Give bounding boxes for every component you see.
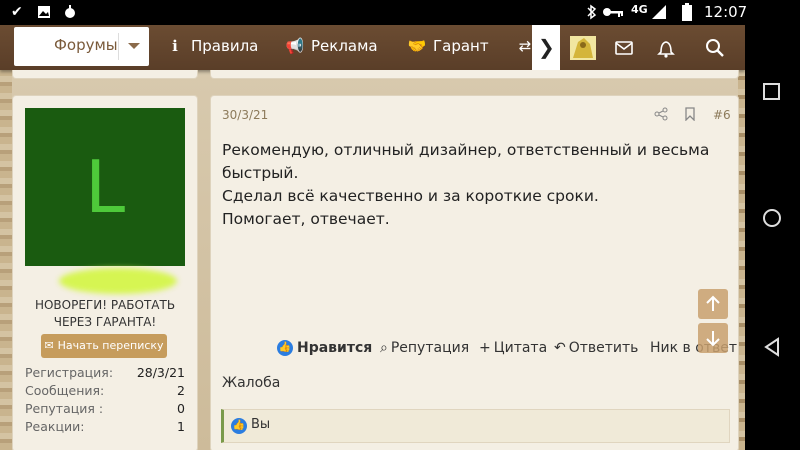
- nav-advertising[interactable]: 📢 Реклама: [285, 35, 378, 57]
- check-icon: ✔: [11, 4, 23, 20]
- thumbs-up-icon: 👍: [277, 340, 293, 356]
- search-icon[interactable]: [704, 37, 726, 59]
- plus-icon: +: [479, 340, 491, 356]
- reply-button[interactable]: ↶ Ответить: [554, 337, 638, 359]
- key-icon: [603, 8, 623, 17]
- scroll-bottom-button[interactable]: [698, 323, 728, 353]
- stat-row: Сообщения: 2: [25, 383, 185, 398]
- user-stats: Регистрация: 28/3/21 Сообщения: 2 Репутаци…: [25, 364, 185, 436]
- arrow-down-icon: [706, 331, 720, 347]
- share-icon[interactable]: [654, 107, 668, 121]
- nav-rules[interactable]: ℹ Правила: [165, 35, 258, 57]
- stat-row: Регистрация: 28/3/21: [25, 365, 185, 380]
- battery-icon: [682, 3, 692, 21]
- post-body: Рекомендую, отличный дизайнер, ответстве…: [222, 141, 710, 228]
- username-redacted: [59, 268, 177, 294]
- back-button[interactable]: [762, 337, 782, 357]
- nav-scroll-right[interactable]: ❯: [532, 25, 560, 70]
- reactions-bar[interactable]: 👍 Вы: [221, 409, 730, 443]
- recents-button[interactable]: [762, 82, 782, 102]
- stat-row: Репутация :0: [25, 401, 185, 416]
- post-number[interactable]: #6: [713, 108, 731, 122]
- thumbs-up-icon: 👍: [231, 418, 247, 434]
- user-avatar-large[interactable]: L: [25, 108, 185, 266]
- bell-icon[interactable]: [655, 37, 677, 59]
- clock: 12:07: [704, 3, 748, 21]
- info-icon: ℹ: [172, 37, 178, 55]
- forums-tab-label: Форумы: [54, 36, 118, 54]
- post-actions: 👍 Нравится ⌕ Репутация + Цитата ↶ Ответить Н…: [277, 337, 737, 359]
- network-type: 4G: [631, 3, 648, 16]
- nav-guarantor[interactable]: 🤝 Гарант: [407, 35, 489, 57]
- report-link[interactable]: Жалоба: [222, 375, 280, 391]
- bookmark-icon[interactable]: [683, 107, 697, 121]
- stat-row: Реакции: 1: [25, 419, 185, 434]
- mail-icon[interactable]: [613, 37, 635, 59]
- scroll-top-button[interactable]: [698, 289, 728, 319]
- previous-post-fragment: [12, 70, 739, 80]
- user-title: НОВОРЕГИ! РАБОТАТЬ ЧЕРЕЗ ГАРАНТА!: [34, 298, 176, 329]
- post-card: 30/3/21 #6 Рекомендую, отличный дизайнер…: [210, 95, 739, 450]
- web-viewport: Форумы ℹПравила 📢Реклама 🤝Гарант ⇄ ❯: [0, 25, 745, 450]
- background-texture: [0, 70, 12, 450]
- system-nav-bar: [745, 25, 800, 450]
- quote-button[interactable]: + Цитата: [479, 337, 547, 359]
- reactions-text: Вы: [251, 417, 271, 432]
- arrow-up-icon: [706, 295, 720, 311]
- reputation-button[interactable]: ⌕ Репутация: [380, 337, 469, 359]
- handshake-icon: 🤝: [407, 37, 427, 55]
- image-icon: [38, 6, 50, 18]
- user-card: L НОВОРЕГИ! РАБОТАТЬ ЧЕРЕЗ ГАРАНТА! ✉ Нач…: [12, 95, 198, 450]
- signal-icon: [652, 5, 666, 19]
- chevron-down-icon[interactable]: [128, 43, 140, 49]
- forums-tab[interactable]: Форумы: [14, 27, 149, 66]
- android-icon: [65, 5, 75, 18]
- chevron-right-icon: ❯: [538, 35, 555, 59]
- user-avatar[interactable]: [570, 36, 596, 60]
- status-bar: ✔ 4G 12:07: [0, 0, 800, 25]
- envelope-icon: ✉: [44, 339, 54, 352]
- bluetooth-icon: [587, 4, 597, 20]
- reply-arrow-icon: ↶: [554, 340, 566, 356]
- like-button[interactable]: 👍 Нравится: [277, 337, 372, 359]
- megaphone-icon: 📢: [285, 37, 305, 55]
- post-date[interactable]: 30/3/21: [222, 108, 268, 122]
- start-conversation-button[interactable]: ✉ Начать переписку: [41, 334, 167, 358]
- search-icon: ⌕: [380, 340, 388, 356]
- home-button[interactable]: [762, 208, 782, 228]
- background-texture: [738, 70, 745, 450]
- site-header: Форумы ℹ Правила 📢 Реклама 🤝 Гарант ⇄ ❯: [0, 25, 745, 70]
